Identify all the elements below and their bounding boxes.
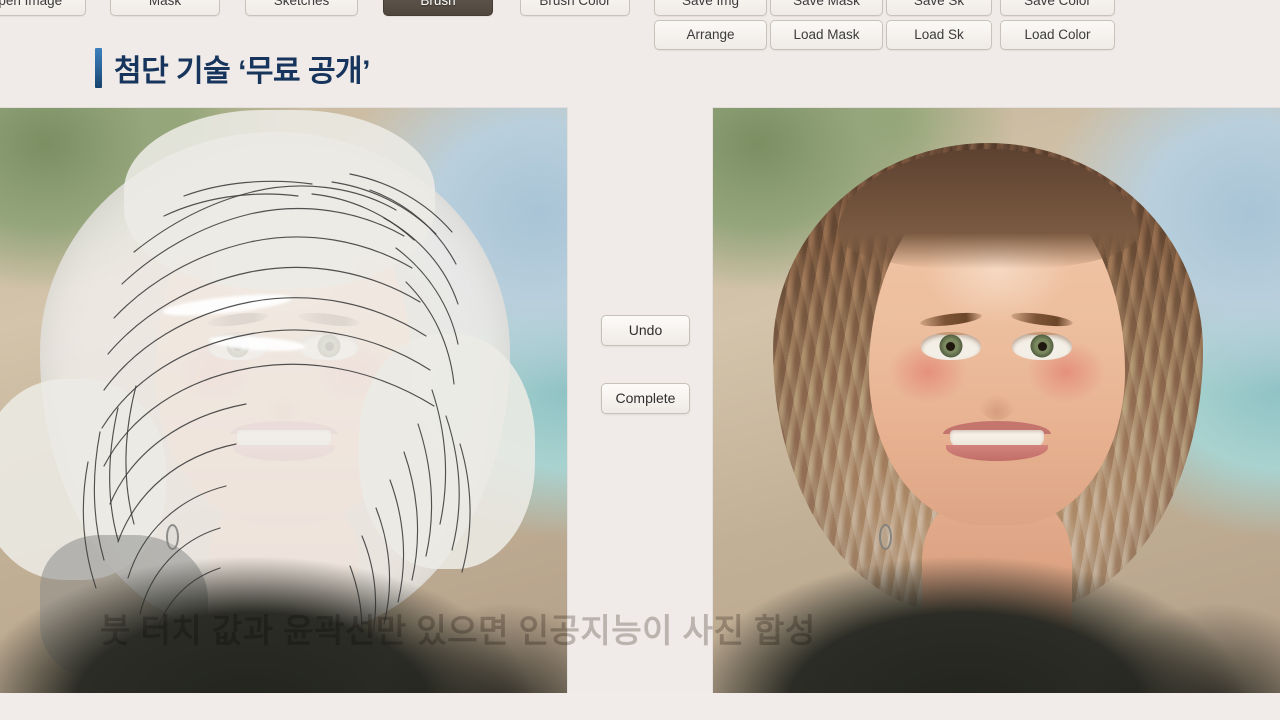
toolbar-right-load-row: Arrange Load Mask Load Sk Load Color (648, 20, 1128, 54)
brush-color-button[interactable]: Brush Color (520, 0, 630, 16)
headline-accent-bar (95, 48, 102, 88)
mask-patch (123, 109, 435, 289)
result-canvas[interactable] (713, 108, 1280, 693)
mask-button[interactable]: Mask (110, 0, 220, 16)
pupil-right (1037, 341, 1047, 351)
eye-right (1012, 331, 1073, 360)
lower-lip (945, 444, 1048, 461)
center-action-column: Undo Complete (601, 315, 690, 451)
eye-left (920, 331, 981, 360)
save-img-button[interactable]: Save Img (654, 0, 767, 16)
iris-right (1030, 334, 1054, 358)
nose (974, 368, 1019, 421)
toolbar-left-row: Open Image Mask Sketches Brush Brush Col… (0, 0, 640, 20)
sketches-button[interactable]: Sketches (245, 0, 358, 16)
pupil-left (946, 341, 956, 351)
brush-stroke (161, 290, 293, 320)
input-canvas[interactable] (0, 108, 567, 693)
shoulder-right (1053, 576, 1280, 693)
generated-hair-fringe (838, 148, 1139, 269)
complete-button[interactable]: Complete (601, 383, 690, 414)
save-mask-button[interactable]: Save Mask (770, 0, 883, 16)
load-sk-button[interactable]: Load Sk (886, 20, 992, 50)
open-image-button[interactable]: Open Image (0, 0, 86, 16)
load-color-button[interactable]: Load Color (1000, 20, 1115, 50)
brush-stroke (208, 333, 306, 354)
brush-button[interactable]: Brush (383, 0, 493, 16)
broadcast-screen: Open Image Mask Sketches Brush Brush Col… (0, 0, 1280, 720)
app-toolbar-right: Save Img Save Mask Save Sk Save Color Ar… (648, 0, 1128, 54)
load-mask-button[interactable]: Load Mask (770, 20, 883, 50)
shoulder-right (340, 576, 567, 693)
iris-left (939, 334, 963, 358)
headline-text: 첨단 기술 ‘무료 공개’ (114, 55, 370, 88)
mask-patch (359, 333, 536, 569)
eyebrow-right (1010, 310, 1074, 330)
save-sk-button[interactable]: Save Sk (886, 0, 992, 16)
undo-button[interactable]: Undo (601, 315, 690, 346)
toolbar-right-save-row: Save Img Save Mask Save Sk Save Color (648, 0, 1128, 20)
news-headline: 첨단 기술 ‘무료 공개’ (95, 46, 370, 90)
eyebrow-left (919, 310, 983, 330)
save-color-button[interactable]: Save Color (1000, 0, 1115, 16)
app-toolbar-left: Open Image Mask Sketches Brush Brush Col… (0, 0, 640, 20)
bottom-strip (0, 693, 1280, 720)
mouth (942, 420, 1051, 461)
arrange-button[interactable]: Arrange (654, 20, 767, 50)
